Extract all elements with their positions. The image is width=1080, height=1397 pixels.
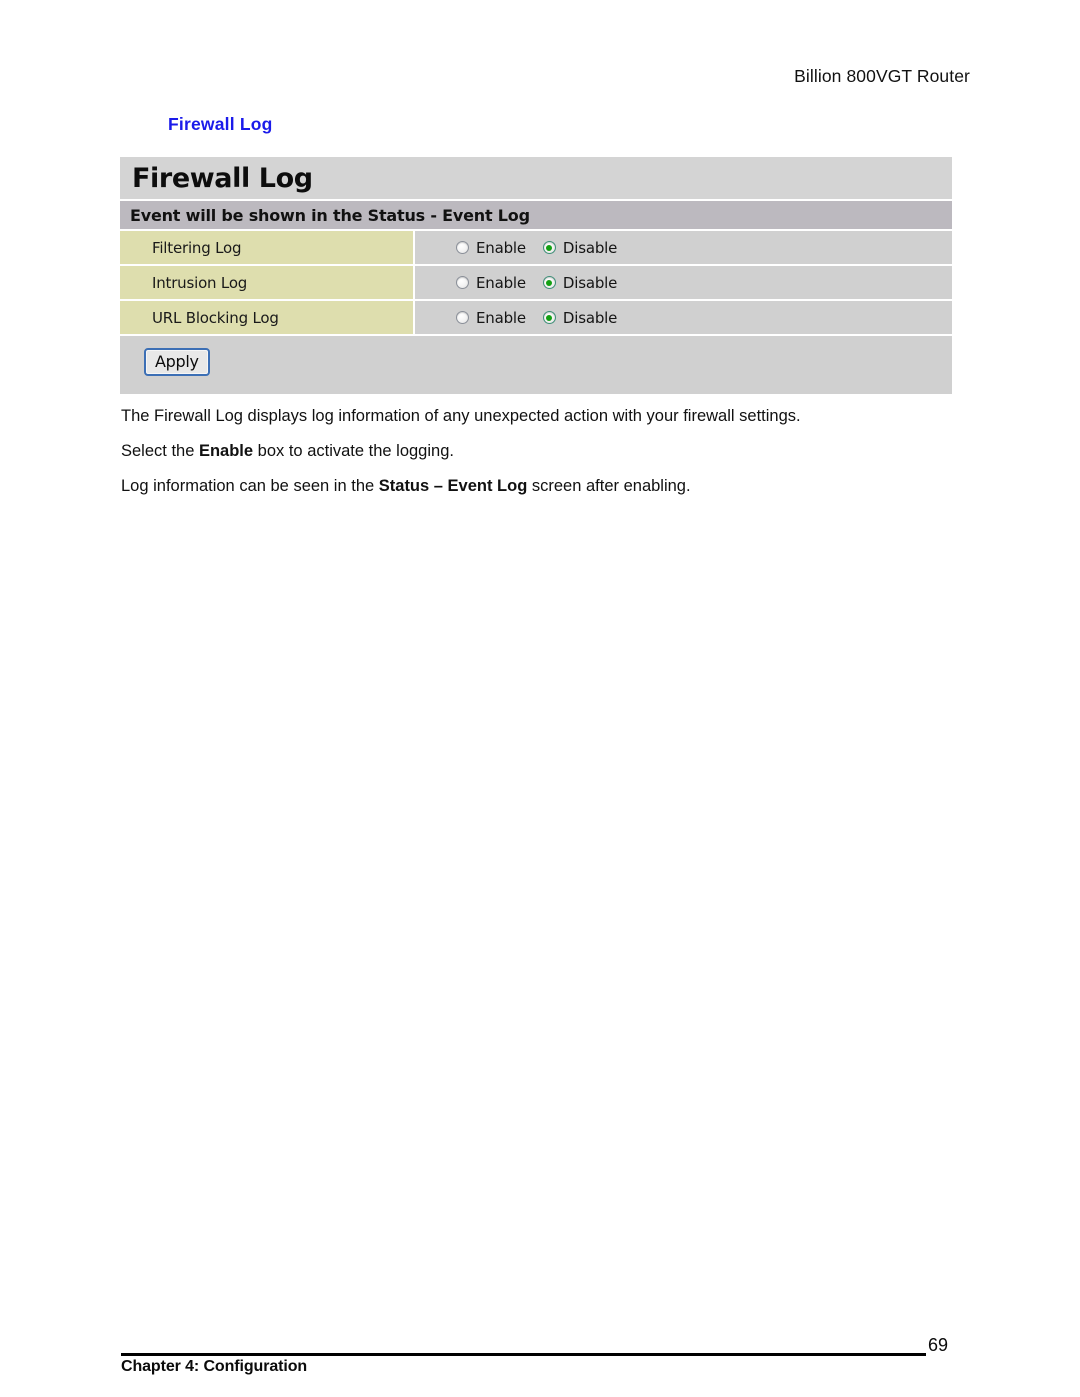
paragraph-3-bold-status-event-log: Status – Event Log <box>378 477 528 496</box>
radio-option-filtering-enable[interactable]: Enable <box>456 239 526 257</box>
panel-footer: Apply <box>120 336 952 394</box>
panel-titlebar: Firewall Log <box>120 157 952 201</box>
radio-option-url-enable[interactable]: Enable <box>456 309 526 327</box>
paragraph-2-text-b: box to activate the logging. <box>253 442 454 461</box>
radio-label-enable: Enable <box>476 238 526 257</box>
radio-label-enable: Enable <box>476 308 526 327</box>
running-header: Billion 800VGT Router <box>794 66 970 86</box>
footer-divider <box>121 1353 926 1356</box>
row-label-intrusion-log: Intrusion Log <box>120 266 415 299</box>
radio-label-disable: Disable <box>562 308 618 327</box>
radio-label-disable: Disable <box>562 273 618 292</box>
radio-icon-unchecked[interactable] <box>456 276 469 289</box>
page-footer: Chapter 4: Configuration 69 <box>0 1317 1080 1397</box>
panel-subtitle: Event will be shown in the Status - Even… <box>130 206 530 225</box>
radio-icon-unchecked[interactable] <box>456 241 469 254</box>
firewall-log-panel: Firewall Log Event will be shown in the … <box>120 157 952 394</box>
table-row: Filtering Log Enable Disable <box>120 231 952 266</box>
radio-group-url-blocking-log: Enable Disable <box>456 309 617 327</box>
table-row: Intrusion Log Enable Disable <box>120 266 952 301</box>
radio-icon-unchecked[interactable] <box>456 311 469 324</box>
panel-title: Firewall Log <box>132 163 313 194</box>
radio-icon-checked[interactable] <box>542 311 556 324</box>
radio-group-filtering-log: Enable Disable <box>456 239 617 257</box>
radio-option-filtering-disable[interactable]: Disable <box>542 238 618 257</box>
page-title: Firewall Log <box>168 114 273 134</box>
row-label-url-blocking-log: URL Blocking Log <box>120 301 415 334</box>
paragraph-3-text-b: screen after enabling. <box>527 477 691 496</box>
paragraph-1: The Firewall Log displays log informatio… <box>121 406 921 427</box>
radio-label-enable: Enable <box>476 273 526 292</box>
radio-option-intrusion-disable[interactable]: Disable <box>542 273 618 292</box>
page-number: 69 <box>928 1335 949 1355</box>
paragraph-1-text: The Firewall Log displays log informatio… <box>121 407 801 425</box>
radio-label-disable: Disable <box>562 238 618 257</box>
row-value-filtering-log: Enable Disable <box>415 231 952 264</box>
radio-option-url-disable[interactable]: Disable <box>542 308 618 327</box>
row-value-intrusion-log: Enable Disable <box>415 266 952 299</box>
apply-button[interactable]: Apply <box>144 348 210 376</box>
body-copy: The Firewall Log displays log informatio… <box>121 406 921 511</box>
paragraph-2-text-a: Select the <box>121 442 199 461</box>
radio-icon-checked[interactable] <box>542 241 556 254</box>
radio-group-intrusion-log: Enable Disable <box>456 274 617 292</box>
paragraph-2-bold-enable: Enable <box>198 442 254 461</box>
paragraph-3-text-a: Log information can be seen in the <box>121 477 379 496</box>
radio-icon-checked[interactable] <box>542 276 556 289</box>
row-value-url-blocking-log: Enable Disable <box>415 301 952 334</box>
paragraph-3: Log information can be seen in the Statu… <box>121 476 921 497</box>
paragraph-2: Select the Enable box to activate the lo… <box>121 441 921 462</box>
panel-subbar: Event will be shown in the Status - Even… <box>120 201 952 231</box>
row-label-filtering-log: Filtering Log <box>120 231 415 264</box>
footer-chapter-label: Chapter 4: Configuration <box>121 1358 308 1375</box>
table-row: URL Blocking Log Enable Disable <box>120 301 952 336</box>
radio-option-intrusion-enable[interactable]: Enable <box>456 274 526 292</box>
